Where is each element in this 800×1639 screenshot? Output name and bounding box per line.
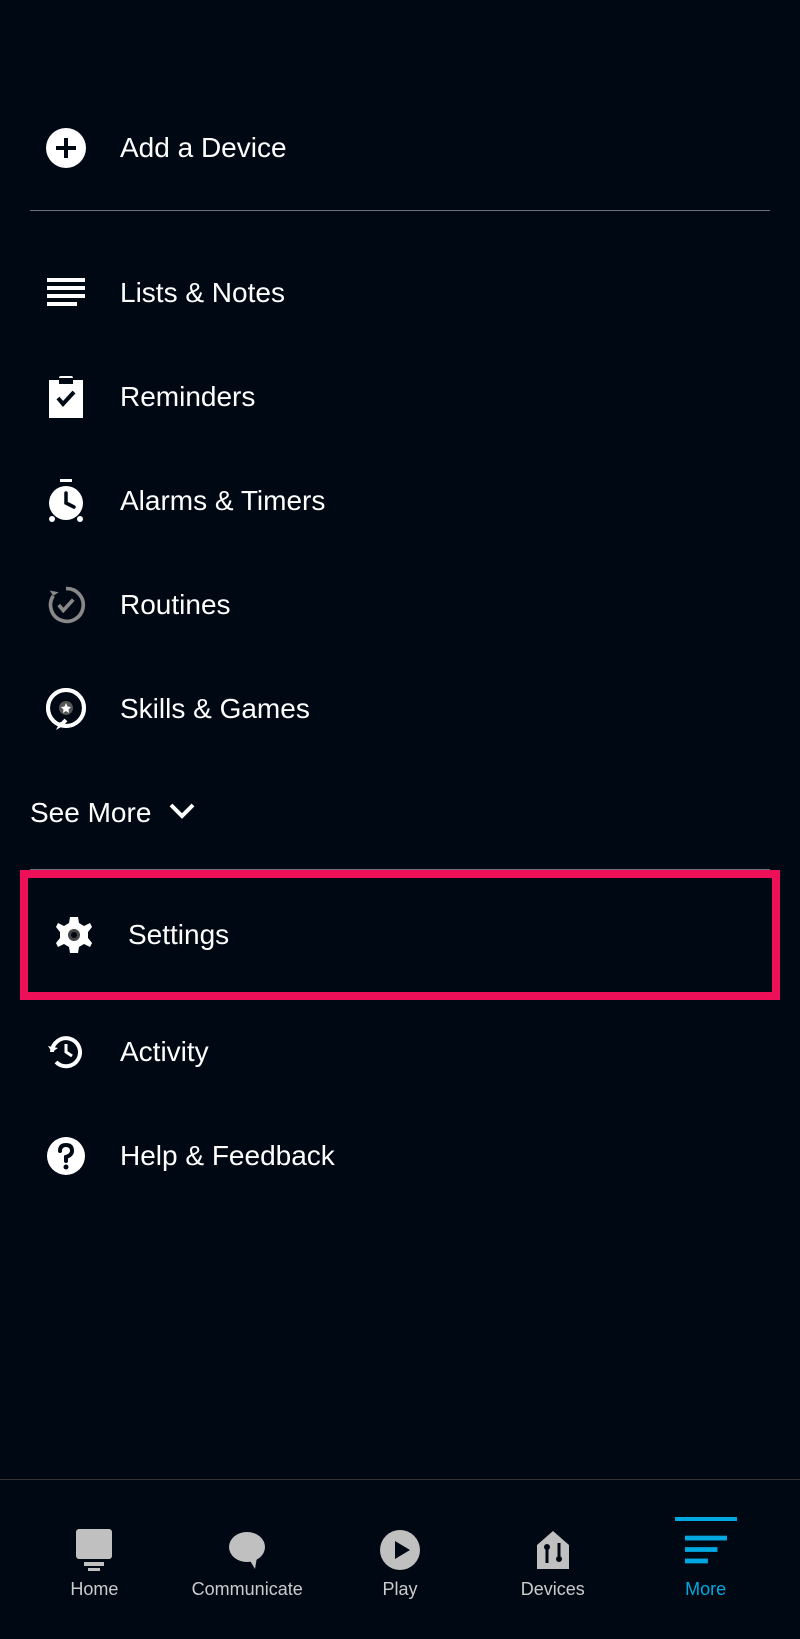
nav-communicate[interactable]: Communicate (171, 1519, 324, 1600)
see-more-toggle[interactable]: See More (0, 761, 800, 869)
lists-notes-label: Lists & Notes (120, 277, 285, 309)
clipboard-check-icon (46, 377, 86, 417)
add-device-label: Add a Device (120, 132, 287, 164)
skills-icon (46, 689, 86, 729)
nav-devices[interactable]: Devices (476, 1519, 629, 1600)
list-icon (46, 273, 86, 313)
reminders-item[interactable]: Reminders (0, 345, 800, 449)
routines-item[interactable]: Routines (0, 553, 800, 657)
help-feedback-label: Help & Feedback (120, 1140, 335, 1172)
chat-icon (226, 1529, 268, 1571)
lists-notes-item[interactable]: Lists & Notes (0, 241, 800, 345)
alarms-timers-label: Alarms & Timers (120, 485, 325, 517)
help-feedback-item[interactable]: Help & Feedback (0, 1104, 800, 1208)
nav-play[interactable]: Play (324, 1519, 477, 1600)
see-more-label: See More (30, 797, 151, 829)
settings-item[interactable]: Settings (20, 870, 780, 1000)
history-icon (46, 1032, 86, 1072)
play-icon (379, 1529, 421, 1571)
routines-label: Routines (120, 589, 231, 621)
gear-icon (54, 915, 94, 955)
active-indicator (675, 1517, 737, 1521)
skills-games-label: Skills & Games (120, 693, 310, 725)
activity-label: Activity (120, 1036, 209, 1068)
activity-item[interactable]: Activity (0, 1000, 800, 1104)
home-icon (73, 1529, 115, 1571)
help-icon (46, 1136, 86, 1176)
add-device-item[interactable]: Add a Device (0, 110, 800, 186)
more-menu-content: Add a Device Lists & Notes Reminders (0, 0, 800, 1208)
nav-more[interactable]: More (629, 1519, 782, 1600)
more-menu-icon (685, 1529, 727, 1571)
chevron-down-icon (169, 803, 195, 824)
devices-icon (532, 1529, 574, 1571)
nav-communicate-label: Communicate (192, 1579, 303, 1600)
routines-icon (46, 585, 86, 625)
nav-devices-label: Devices (521, 1579, 585, 1600)
nav-home[interactable]: Home (18, 1519, 171, 1600)
nav-home-label: Home (70, 1579, 118, 1600)
alarms-timers-item[interactable]: Alarms & Timers (0, 449, 800, 553)
bottom-nav: Home Communicate Play (0, 1479, 800, 1639)
reminders-label: Reminders (120, 381, 255, 413)
plus-circle-icon (46, 128, 86, 168)
alarm-clock-icon (46, 481, 86, 521)
settings-label: Settings (128, 919, 229, 951)
nav-play-label: Play (382, 1579, 417, 1600)
nav-more-label: More (685, 1579, 726, 1600)
skills-games-item[interactable]: Skills & Games (0, 657, 800, 761)
